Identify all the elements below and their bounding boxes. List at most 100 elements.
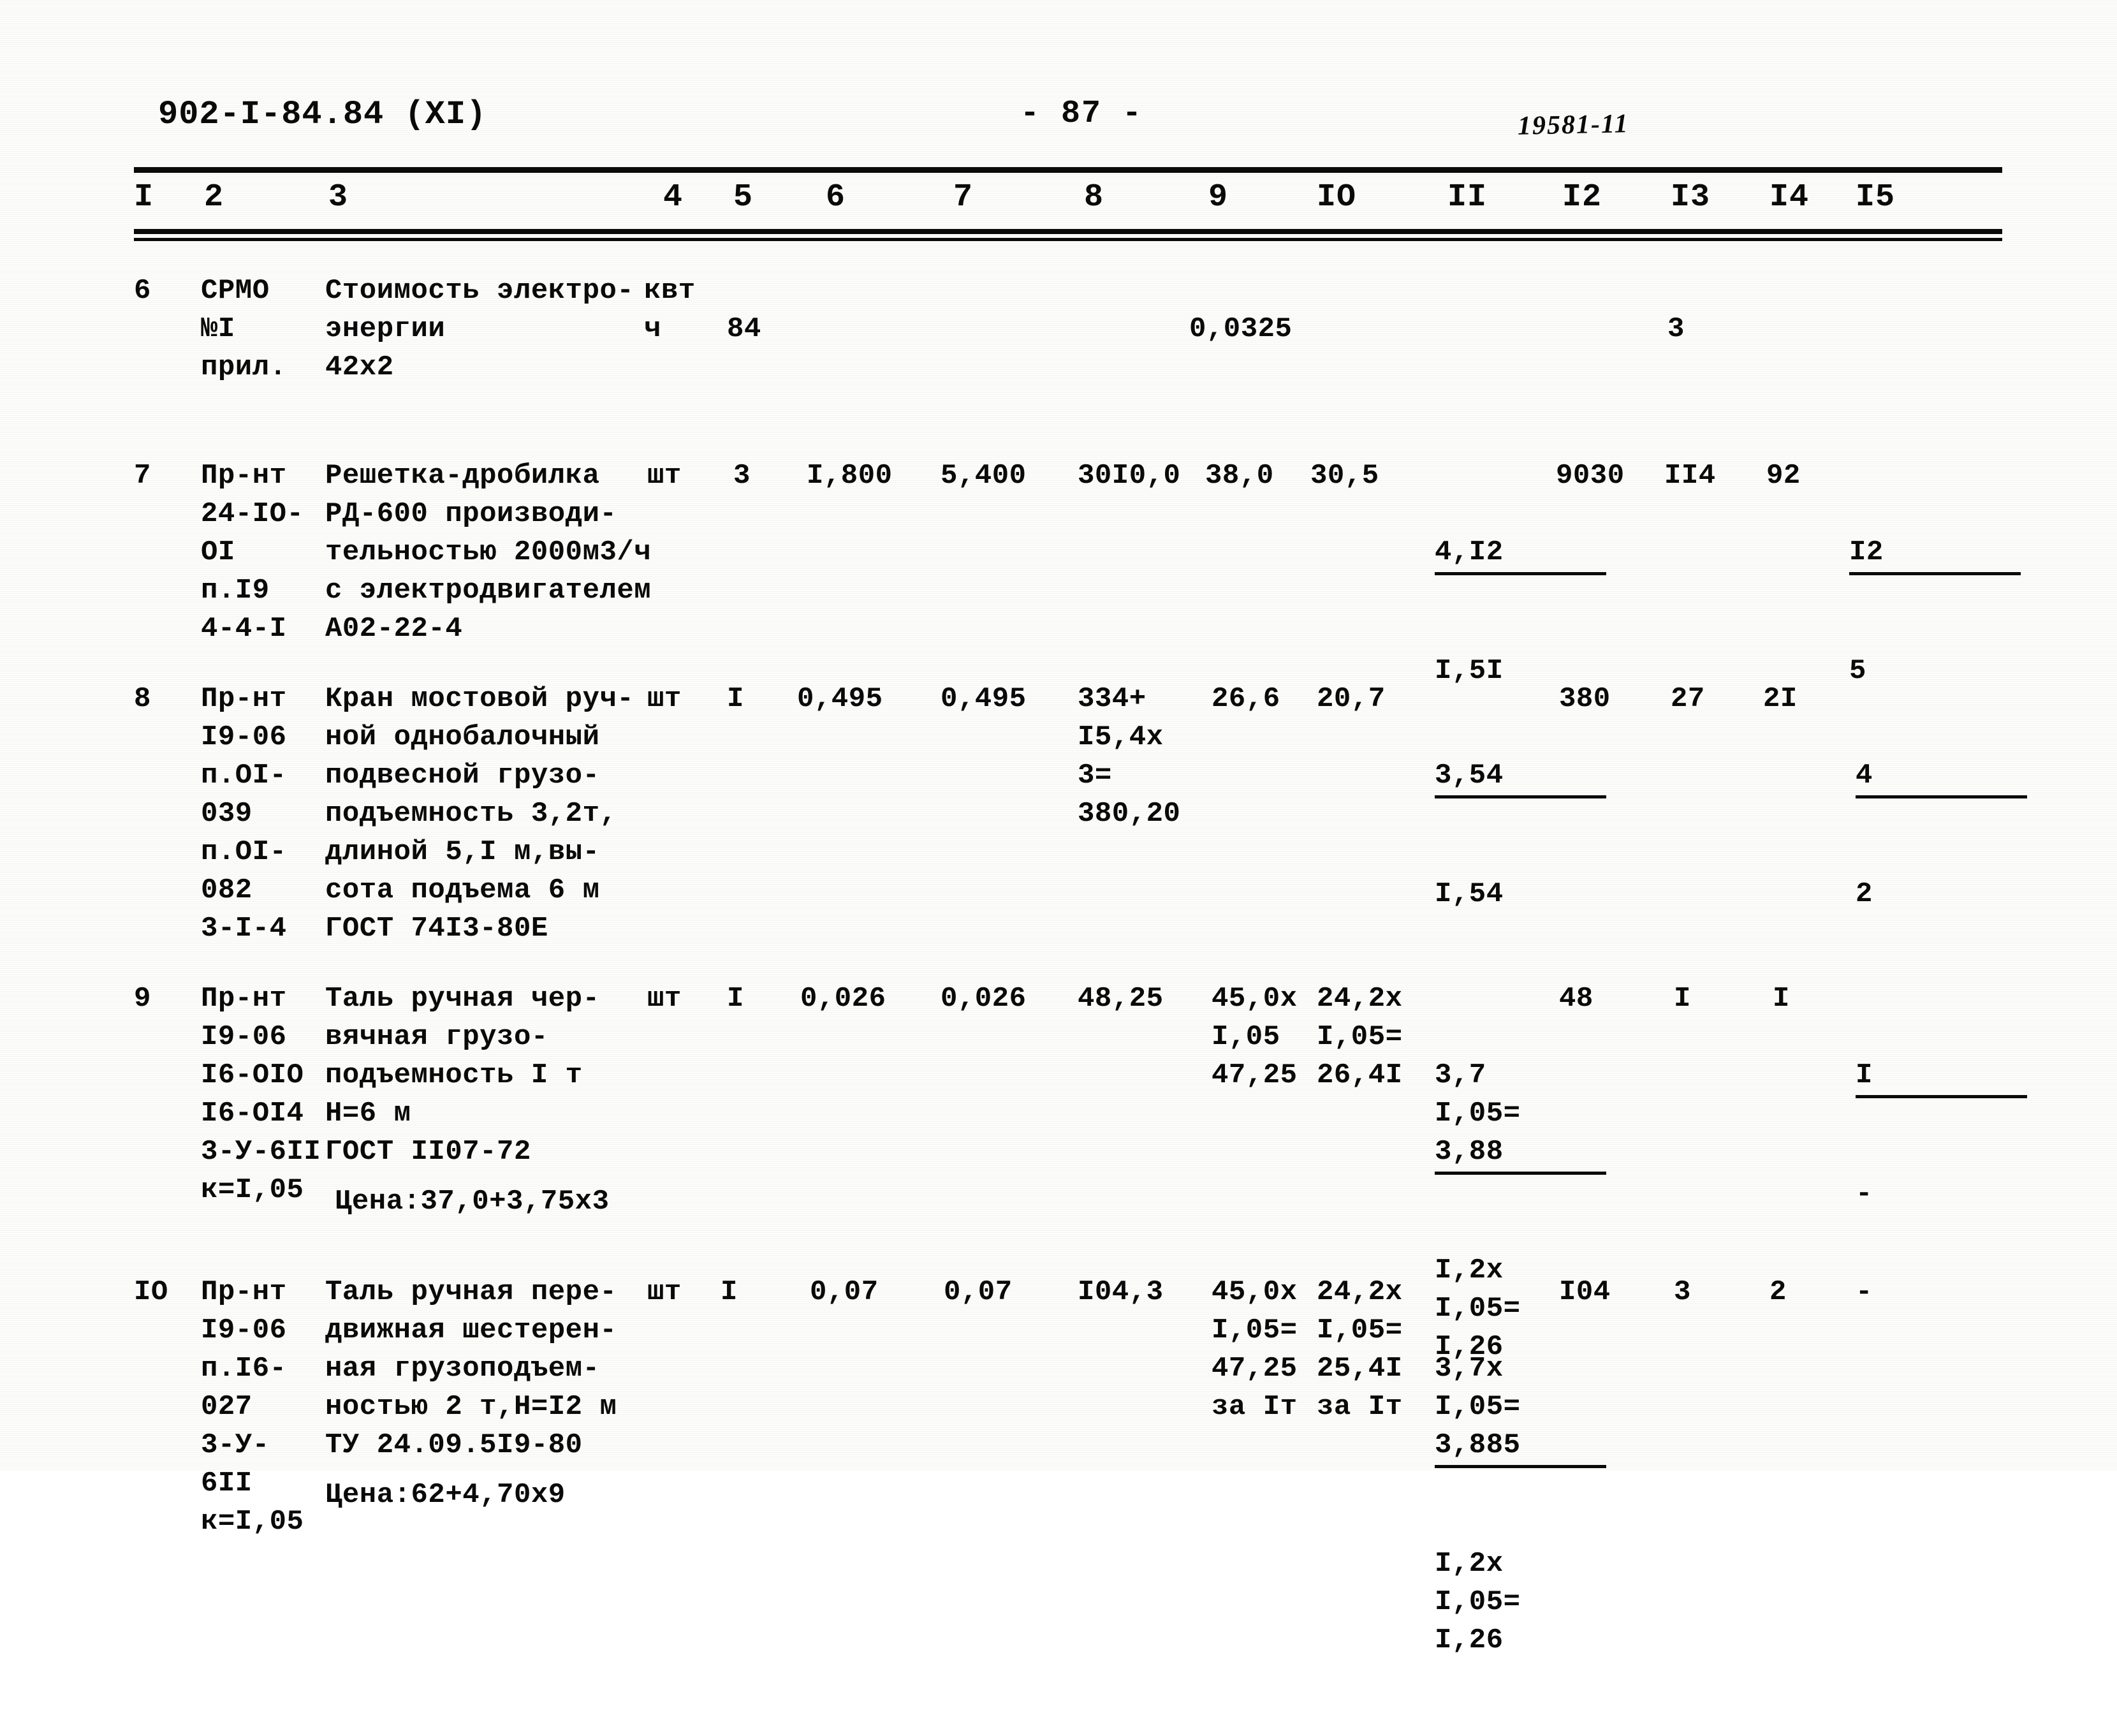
row-col15-denominator: - xyxy=(1856,1178,1873,1210)
row-col5: 3 xyxy=(733,460,751,492)
column-header-5: 5 xyxy=(733,179,754,216)
row-description: Кран мостовой руч- ной однобалочный подв… xyxy=(325,683,634,945)
row-col14: 2 xyxy=(1769,1276,1787,1308)
row-col11-numerator: 4,I2 xyxy=(1435,533,1607,575)
column-header-14: I4 xyxy=(1769,179,1810,216)
column-header-2: 2 xyxy=(204,179,224,216)
row-col13: 27 xyxy=(1671,683,1705,715)
table-row: 8 Пр-нт I9-06 п.OI- 039 п.OI- 082 3-I-4 … xyxy=(134,680,2028,954)
row-col13: II4 xyxy=(1664,460,1716,492)
row-col10: 24,2х I,05= 26,4I xyxy=(1317,983,1403,1091)
column-header-11: II xyxy=(1447,179,1488,216)
row-col9: 26,6 xyxy=(1212,683,1280,715)
row-col6: 0,07 xyxy=(810,1276,879,1308)
row-col13: 3 xyxy=(1667,313,1685,345)
row-col12: I04 xyxy=(1559,1276,1611,1308)
row-col7: 5,400 xyxy=(941,460,1027,492)
row-col15: - xyxy=(1856,1276,1873,1308)
row-reference: Пр-нт 24-IO- OI п.I9 4-4-I xyxy=(201,460,304,645)
row-number: IO xyxy=(134,1276,168,1308)
row-price-note: Цена:37,0+3,75х3 xyxy=(335,1186,610,1217)
row-number: 8 xyxy=(134,683,151,715)
row-col9: 45,0х I,05 47,25 xyxy=(1212,983,1298,1091)
row-col8: 334+ I5,4х 3= 380,20 xyxy=(1078,683,1181,830)
row-unit: шт xyxy=(647,460,682,492)
row-col15-numerator: I2 xyxy=(1849,533,2021,575)
row-col14: 92 xyxy=(1766,460,1801,492)
row-col7: 0,07 xyxy=(944,1276,1013,1308)
column-header-7: 7 xyxy=(953,179,974,216)
row-col6: 0,026 xyxy=(800,983,886,1015)
row-col11-denominator: I,2х I,05= I,26 xyxy=(1435,1548,1521,1656)
table-row: 6 СРМО №I прил. Стоимость электро- энерг… xyxy=(134,272,2002,431)
column-header-10: IO xyxy=(1317,179,1357,216)
page-header: 902-I-84.84 (XI) - 87 - 19581-11 xyxy=(0,96,2117,153)
row-col15-fraction: 4 2 xyxy=(1856,680,2028,990)
row-description: Таль ручная пере- движная шестерен- ная … xyxy=(325,1276,617,1461)
scanned-page: 902-I-84.84 (XI) - 87 - 19581-11 I 2 3 4… xyxy=(0,0,2117,1656)
page-number: - 87 - xyxy=(1020,96,1143,132)
row-description: Решетка-дробилка РД-600 производи- тельн… xyxy=(325,460,652,645)
row-col13: I xyxy=(1674,983,1691,1015)
row-col5: I xyxy=(727,983,744,1015)
column-header-13: I3 xyxy=(1671,179,1711,216)
row-col6: I,800 xyxy=(807,460,893,492)
column-header-row: I 2 3 4 5 6 7 8 9 IO II I2 I3 I4 I5 xyxy=(134,175,2002,225)
row-col14: I xyxy=(1773,983,1790,1015)
row-number: 9 xyxy=(134,983,151,1015)
row-col10: 20,7 xyxy=(1317,683,1386,715)
row-col12: 48 xyxy=(1559,983,1593,1015)
row-number: 7 xyxy=(134,460,151,492)
row-col15-denominator: 2 xyxy=(1856,878,1873,910)
table-top-rule xyxy=(134,167,2002,173)
row-col14: 2I xyxy=(1763,683,1798,715)
row-col6: 0,495 xyxy=(797,683,883,715)
document-code: 902-I-84.84 (XI) xyxy=(158,96,487,133)
row-col5: 84 xyxy=(727,313,761,345)
row-col12: 9030 xyxy=(1556,460,1625,492)
specification-table: I 2 3 4 5 6 7 8 9 IO II I2 I3 I4 I5 6 СР… xyxy=(134,167,2028,1656)
row-col11-numerator: 3,7 I,05= 3,88 xyxy=(1435,1056,1607,1175)
row-col5: I xyxy=(727,683,744,715)
row-col12: 380 xyxy=(1559,683,1611,715)
column-header-6: 6 xyxy=(826,179,846,216)
row-col10: 30,5 xyxy=(1310,460,1379,492)
row-description: Стоимость электро- энергии 42х2 xyxy=(325,275,634,383)
row-col15-numerator: 4 xyxy=(1856,756,2028,798)
row-col8: 30I0,0 xyxy=(1078,460,1181,492)
row-col11-fraction: 3,54 I,54 xyxy=(1435,680,1607,990)
row-col11-numerator: 3,7х I,05= 3,885 xyxy=(1435,1350,1607,1468)
row-col13: 3 xyxy=(1674,1276,1691,1308)
column-header-12: I2 xyxy=(1562,179,1602,216)
column-header-9: 9 xyxy=(1208,179,1229,216)
row-col11-denominator: I,54 xyxy=(1435,878,1504,910)
row-unit: шт xyxy=(647,1276,682,1308)
row-unit: шт xyxy=(647,683,682,715)
column-header-1: I xyxy=(134,179,154,216)
row-col11-numerator: 3,54 xyxy=(1435,756,1607,798)
row-description: Таль ручная чер- вячная грузо- подъемнос… xyxy=(325,983,600,1168)
row-number: 6 xyxy=(134,275,151,307)
row-price-note: Цена:62+4,70х9 xyxy=(325,1479,566,1511)
row-col10: 24,2х I,05= 25,4I за Iт xyxy=(1317,1276,1403,1423)
column-header-8: 8 xyxy=(1084,179,1104,216)
row-col9: 0,0325 xyxy=(1189,313,1293,345)
row-col15-numerator: I xyxy=(1856,1056,2028,1098)
column-header-15: I5 xyxy=(1856,179,1896,216)
row-reference: Пр-нт I9-06 I6-OIO I6-OI4 3-У-6II к=I,05 xyxy=(201,983,321,1206)
column-header-4: 4 xyxy=(663,179,684,216)
row-col8: 48,25 xyxy=(1078,983,1164,1015)
row-unit: шт xyxy=(647,983,682,1015)
handwritten-annotation: 19581-11 xyxy=(1517,109,1630,141)
row-reference: Пр-нт I9-06 п.OI- 039 п.OI- 082 3-I-4 xyxy=(201,683,287,945)
table-row: 7 Пр-нт 24-IO- OI п.I9 4-4-I Решетка-дро… xyxy=(134,457,2021,687)
row-col5: I xyxy=(721,1276,738,1308)
row-col7: 0,026 xyxy=(941,983,1027,1015)
row-col9: 38,0 xyxy=(1205,460,1274,492)
row-reference: СРМО №I прил. xyxy=(201,275,287,383)
row-col15-fraction: I - xyxy=(1856,980,2028,1290)
row-reference: Пр-нт I9-06 п.I6- 027 3-У- 6II к=I,05 xyxy=(201,1276,304,1538)
table-body: 6 СРМО №I прил. Стоимость электро- энерг… xyxy=(134,272,2028,1656)
row-col11-fraction: 3,7х I,05= 3,885 I,2х I,05= I,26 xyxy=(1435,1273,1607,1736)
row-col7: 0,495 xyxy=(941,683,1027,715)
